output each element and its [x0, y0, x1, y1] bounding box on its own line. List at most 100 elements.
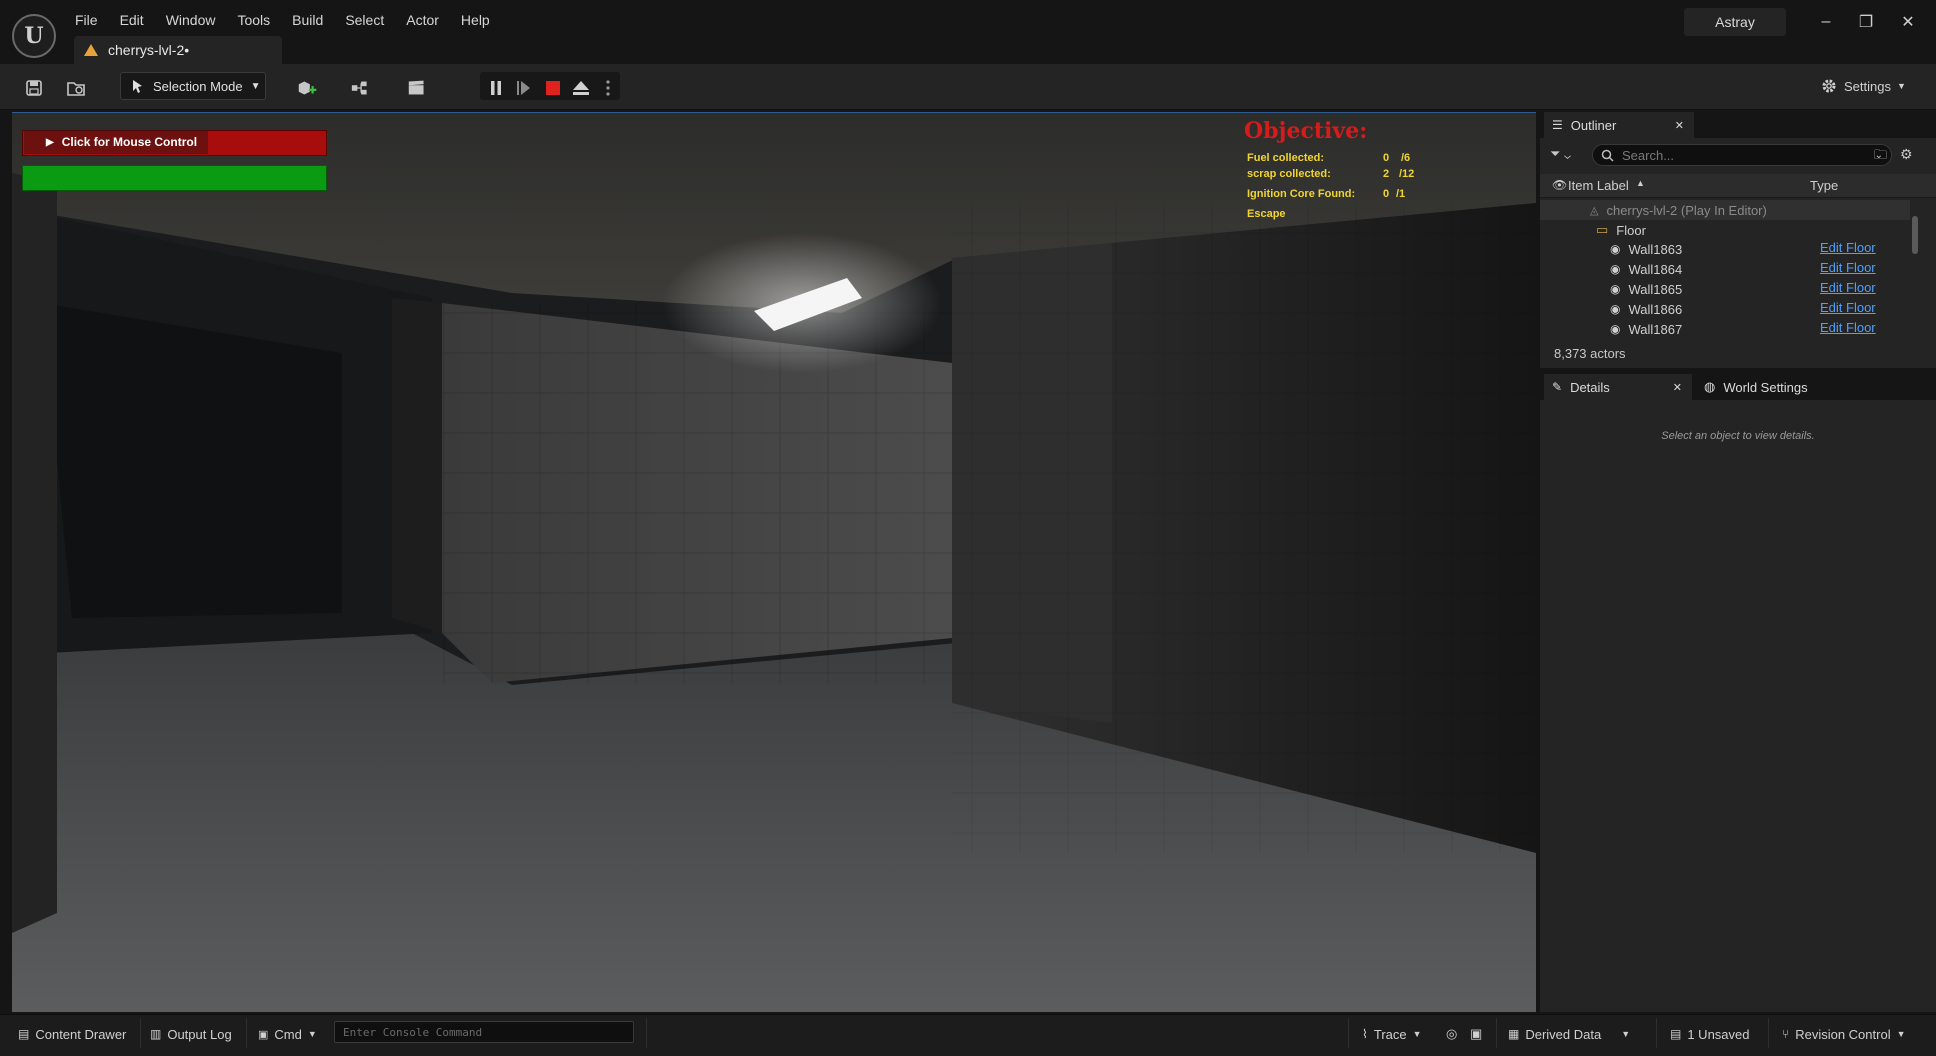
- outliner-scrollbar[interactable]: [1912, 216, 1918, 254]
- edit-floor-link[interactable]: Edit Floor: [1820, 240, 1876, 255]
- sort-up-icon: ▲: [1636, 178, 1645, 188]
- tab-details[interactable]: ✎ Details ✕: [1544, 374, 1692, 400]
- trace-label: Trace: [1373, 1026, 1407, 1042]
- level-icon: [84, 44, 98, 56]
- restore-button[interactable]: ❐: [1846, 8, 1886, 36]
- trace-dropdown[interactable]: ⌇ Trace ▼: [1362, 1022, 1422, 1046]
- cursor-icon: [133, 80, 142, 93]
- revision-control-dropdown[interactable]: ⑂ Revision Control ▼: [1782, 1022, 1906, 1046]
- outliner-folder-row[interactable]: ▭ Floor: [1540, 220, 1910, 240]
- chevron-down-icon: ▼: [1896, 1029, 1906, 1039]
- menu-window[interactable]: Window: [155, 8, 227, 32]
- minimize-button[interactable]: –: [1806, 8, 1846, 36]
- col-type[interactable]: Type: [1810, 178, 1838, 193]
- menu-help[interactable]: Help: [450, 8, 501, 32]
- menu-tools[interactable]: Tools: [226, 8, 281, 32]
- derived-data-icon: ▦: [1508, 1027, 1520, 1041]
- content-drawer-button[interactable]: ▤ Content Drawer: [18, 1022, 126, 1046]
- game-viewport[interactable]: [12, 112, 1536, 1012]
- screenshot-icon[interactable]: ▣: [1470, 1022, 1482, 1046]
- selection-mode-dropdown[interactable]: Selection Mode ▼: [120, 72, 266, 100]
- details-hint: Select an object to view details.: [1661, 430, 1815, 442]
- derived-data-dropdown[interactable]: ▦ Derived Data ▼: [1508, 1022, 1630, 1046]
- level-tab[interactable]: cherrys-lvl-2•: [74, 36, 282, 64]
- output-log-button[interactable]: ▥ Output Log: [150, 1022, 232, 1046]
- step-frame-icon[interactable]: [512, 76, 536, 100]
- menu-file[interactable]: File: [64, 8, 109, 32]
- stop-icon[interactable]: [541, 76, 565, 100]
- project-name[interactable]: Astray: [1684, 8, 1786, 36]
- cinematics-icon[interactable]: [406, 76, 430, 100]
- more-options-icon[interactable]: [596, 76, 620, 100]
- mouse-control-label: Click for Mouse Control: [61, 135, 198, 149]
- static-mesh-icon: ◉: [1610, 262, 1621, 276]
- edit-floor-link[interactable]: Edit Floor: [1820, 260, 1876, 275]
- chevron-down-icon: ▼: [1412, 1029, 1422, 1039]
- edit-floor-link[interactable]: Edit Floor: [1820, 320, 1876, 335]
- divider: [1496, 1018, 1497, 1048]
- objective-label: scrap collected:: [1247, 168, 1331, 180]
- outliner-settings-icon[interactable]: ⚙: [1900, 146, 1913, 163]
- actor-name: Wall1867: [1628, 321, 1683, 337]
- static-mesh-icon: ◉: [1610, 322, 1621, 336]
- mouse-control-button[interactable]: ▶ Click for Mouse Control: [24, 130, 208, 154]
- menu-edit[interactable]: Edit: [109, 8, 155, 32]
- menu-actor[interactable]: Actor: [395, 8, 450, 32]
- objective-total: /1: [1396, 188, 1406, 200]
- selection-mode-label: Selection Mode: [153, 78, 243, 94]
- objective-count: 2: [1383, 168, 1390, 180]
- outliner-tab-label: Outliner: [1570, 117, 1617, 133]
- divider: [246, 1018, 247, 1048]
- divider: [1348, 1018, 1349, 1048]
- eye-icon[interactable]: 👁: [1552, 178, 1567, 192]
- menu-build[interactable]: Build: [281, 8, 334, 32]
- divider: [1656, 1018, 1657, 1048]
- cmd-dropdown[interactable]: ▣ Cmd ▼: [258, 1022, 317, 1046]
- chevron-down-icon: ▼: [1621, 1029, 1631, 1039]
- content-drawer-label: Content Drawer: [35, 1026, 127, 1042]
- edit-floor-link[interactable]: Edit Floor: [1820, 280, 1876, 295]
- menu-select[interactable]: Select: [334, 8, 395, 32]
- unreal-logo-icon[interactable]: U: [12, 14, 56, 58]
- objective-total: /12: [1399, 168, 1415, 180]
- world-settings-label: World Settings: [1723, 379, 1808, 395]
- unsaved-button[interactable]: ▤ 1 Unsaved: [1670, 1022, 1750, 1046]
- close-window-button[interactable]: ✕: [1888, 8, 1928, 36]
- close-icon[interactable]: ✕: [1673, 381, 1682, 394]
- trace-icon: ⌇: [1362, 1027, 1368, 1041]
- outliner-search[interactable]: Search... ⌄: [1592, 144, 1892, 166]
- cmd-label: Cmd: [274, 1026, 302, 1042]
- browse-icon[interactable]: [64, 76, 88, 100]
- add-actor-icon[interactable]: [296, 76, 320, 100]
- pause-icon[interactable]: [484, 76, 508, 100]
- revision-control-label: Revision Control: [1795, 1026, 1891, 1042]
- search-icon: [1601, 149, 1614, 162]
- close-icon[interactable]: ✕: [1675, 119, 1684, 132]
- edit-floor-link[interactable]: Edit Floor: [1820, 300, 1876, 315]
- settings-button[interactable]: Settings ▼: [1820, 74, 1906, 98]
- branch-icon: ⑂: [1782, 1027, 1790, 1041]
- actor-name: Wall1863: [1628, 241, 1683, 257]
- pencil-icon: ✎: [1552, 380, 1563, 394]
- record-icon[interactable]: ◎: [1446, 1022, 1457, 1046]
- output-log-icon: ▥: [150, 1027, 162, 1041]
- objective-count: 0: [1383, 152, 1390, 164]
- chevron-down-icon: ▼: [307, 1029, 317, 1039]
- root-label: cherrys-lvl-2 (Play In Editor): [1606, 202, 1767, 218]
- tab-world-settings[interactable]: ◍ World Settings: [1704, 374, 1808, 400]
- play-triangle-icon: ▶: [46, 136, 54, 148]
- eject-icon[interactable]: [569, 76, 593, 100]
- filter-icon[interactable]: ⏷ ⌄: [1550, 146, 1571, 162]
- new-folder-icon[interactable]: 🗀: [1874, 146, 1887, 168]
- col-item-label[interactable]: Item Label: [1568, 178, 1629, 193]
- console-command-input[interactable]: Enter Console Command: [334, 1021, 634, 1043]
- save-icon[interactable]: [22, 76, 46, 100]
- tab-outliner[interactable]: ☰ Outliner ✕: [1544, 112, 1694, 138]
- blueprint-icon[interactable]: [350, 76, 374, 100]
- outliner-root-row[interactable]: ◬ cherrys-lvl-2 (Play In Editor): [1540, 200, 1910, 220]
- actor-count: 8,373 actors: [1554, 346, 1626, 361]
- chevron-down-icon: ▼: [1896, 81, 1906, 91]
- objective-title: Objective:: [1244, 118, 1368, 144]
- level-tab-label: cherrys-lvl-2•: [108, 42, 190, 58]
- content-drawer-icon: ▤: [18, 1027, 30, 1041]
